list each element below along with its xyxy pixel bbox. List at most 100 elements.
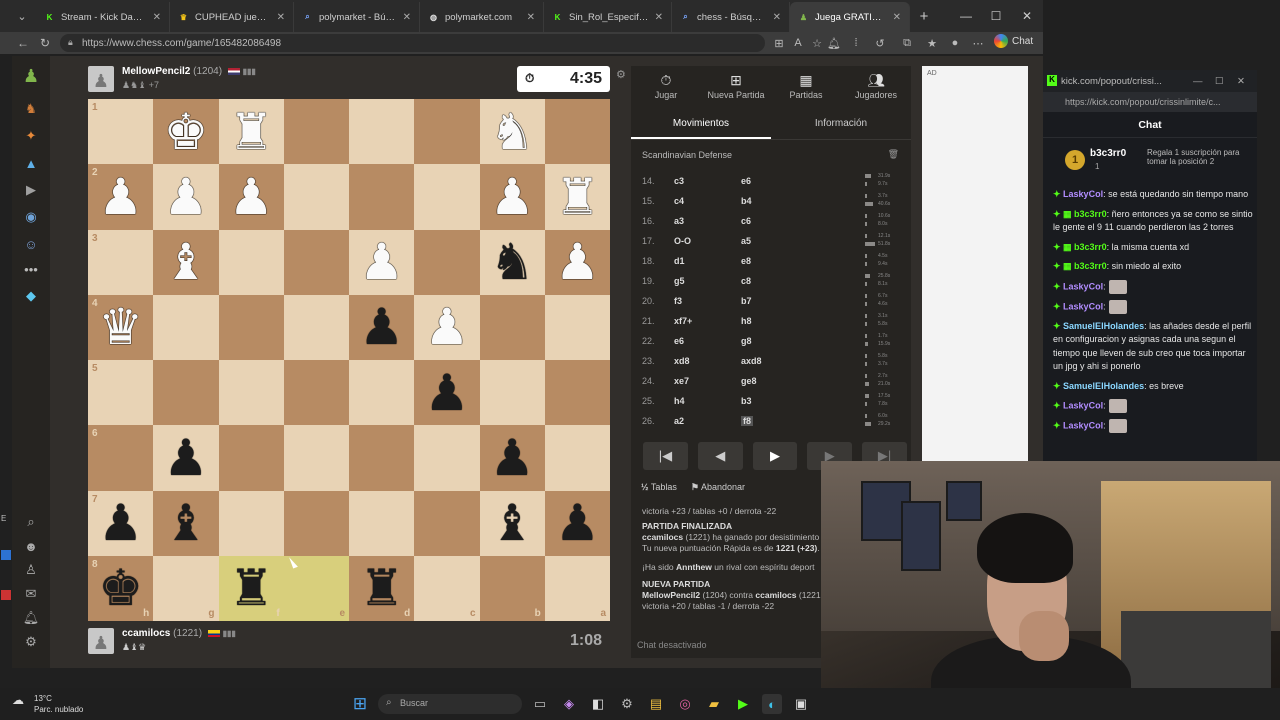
chat-username[interactable]: SamuelElHolandes <box>1063 381 1144 391</box>
white-queen-icon[interactable]: ♛ <box>98 302 143 352</box>
board-square[interactable]: ♟ <box>414 294 480 360</box>
board-square[interactable] <box>218 425 284 491</box>
chat-username[interactable]: b3c3rr0 <box>1074 242 1107 252</box>
board-square[interactable]: 2 ♟ <box>88 164 154 230</box>
white-pawn-icon[interactable]: ♟ <box>359 237 404 287</box>
black-move[interactable]: f8 <box>741 416 754 426</box>
move-row[interactable]: 25. h4 b3 17.5s 7.8s <box>631 390 911 410</box>
white-king-icon[interactable]: ♚ <box>163 107 208 157</box>
board-square[interactable] <box>414 229 480 295</box>
kick-maximize-button[interactable]: ☐ <box>1215 76 1224 87</box>
board-square[interactable] <box>349 490 415 556</box>
taskbar-search[interactable]: ⌕ Buscar <box>378 694 522 714</box>
board-square[interactable]: ♜ <box>544 164 610 230</box>
move-row[interactable]: 23. xd8 axd8 5.8s 3.7s <box>631 350 911 370</box>
close-window-button[interactable]: ✕ <box>1012 0 1042 32</box>
white-move[interactable]: h4 <box>674 396 685 406</box>
top-player-name[interactable]: MellowPencil2 <box>122 66 190 77</box>
chess-board[interactable]: 1 ♚ ♜ ♞ 2 ♟ ♟ ♟ ♟ ♜ 3 ♝ ♟ ♞ ♟ 4 ♛ ♟ ♟ 5 ♟ 6 ♟ ♟ 7 ♟ ♝ ♝ ♟ 8 h ♚ g f ♜ e d ♜ c b… <box>88 99 610 621</box>
board-square[interactable] <box>218 360 284 426</box>
profile-icon[interactable]: ☻ <box>23 538 39 554</box>
close-tab-icon[interactable]: ✕ <box>403 12 411 23</box>
profile-avatar[interactable]: ● <box>947 35 963 51</box>
board-square[interactable] <box>349 360 415 426</box>
move-row[interactable]: 24. xe7 ge8 2.7s 21.0s <box>631 370 911 390</box>
store-icon[interactable]: ▣ <box>791 694 811 714</box>
board-square[interactable]: ♟ <box>349 229 415 295</box>
edge-icon[interactable]: ◐ <box>762 694 782 714</box>
pinned-user[interactable]: b3c3rr0 <box>1090 148 1126 159</box>
board-square[interactable] <box>479 360 545 426</box>
board-square[interactable]: ♟ <box>349 294 415 360</box>
settings-icon[interactable]: ⚙ <box>23 634 39 650</box>
social-icon[interactable]: ☺ <box>23 236 39 252</box>
white-move[interactable]: d1 <box>674 256 685 266</box>
board-square[interactable]: ♟ <box>544 490 610 556</box>
board-square[interactable]: ♟ <box>218 164 284 230</box>
white-move[interactable]: c3 <box>674 176 684 186</box>
play-icon[interactable]: ♞ <box>23 101 39 117</box>
board-square[interactable]: ♟ <box>414 360 480 426</box>
extensions-icon[interactable]: ⁞ <box>848 35 864 51</box>
opening-name[interactable]: Scandinavian Defense <box>642 150 732 160</box>
weather-widget[interactable]: ☁ 13°C Parc. nublado <box>12 693 83 715</box>
maximize-button[interactable]: ☐ <box>981 0 1011 32</box>
board-square[interactable] <box>218 490 284 556</box>
black-bishop-icon[interactable]: ♝ <box>163 498 208 548</box>
board-square[interactable]: ♟ <box>479 425 545 491</box>
white-move[interactable]: c4 <box>674 196 684 206</box>
notification-icon[interactable]: 🔔︎ <box>826 35 842 51</box>
move-row[interactable]: 19. g5 c8 25.8s 8.1s <box>631 270 911 290</box>
log-winner[interactable]: ccamilocs <box>642 532 683 542</box>
board-square[interactable]: ♟ <box>544 229 610 295</box>
close-tab-icon[interactable]: ✕ <box>893 12 901 23</box>
board-square[interactable] <box>218 294 284 360</box>
search-icon[interactable]: ⌕ <box>23 514 39 530</box>
draw-action[interactable]: ½ Tablas <box>641 482 677 493</box>
chat-username[interactable]: LaskyCol <box>1063 301 1103 311</box>
white-rook-icon[interactable]: ♜ <box>229 107 274 157</box>
white-pawn-icon[interactable]: ♟ <box>424 302 469 352</box>
favorite-icon[interactable]: ☆ <box>809 35 825 51</box>
white-bishop-icon[interactable]: ♝ <box>163 237 208 287</box>
black-move[interactable]: c6 <box>741 216 751 226</box>
play-button[interactable]: ▶ <box>752 442 798 470</box>
board-square[interactable]: ♞ <box>479 229 545 295</box>
app-icon[interactable]: ⊞ <box>771 35 787 51</box>
close-tab-icon[interactable]: ✕ <box>773 12 781 23</box>
collections-icon[interactable]: ★ <box>924 35 940 51</box>
board-square[interactable] <box>349 99 415 165</box>
black-move[interactable]: b3 <box>741 396 752 406</box>
chess-logo-icon[interactable]: ♟ <box>23 66 39 86</box>
close-tab-icon[interactable]: ✕ <box>655 12 663 23</box>
browser-tab[interactable]: ◍ polymarket.com ✕ <box>420 2 544 32</box>
trash-icon[interactable]: 🗑︎ <box>888 149 899 160</box>
white-pawn-icon[interactable]: ♟ <box>555 237 600 287</box>
kick-minimize-button[interactable]: — <box>1193 76 1203 87</box>
folder-icon[interactable]: ▰ <box>704 694 724 714</box>
black-pawn-icon[interactable]: ♟ <box>424 368 469 418</box>
copilot-taskbar-icon[interactable]: ◈ <box>559 694 579 714</box>
black-pawn-icon[interactable]: ♟ <box>98 498 143 548</box>
log-player[interactable]: MellowPencil2 <box>642 590 700 600</box>
board-square[interactable]: 7 ♟ <box>88 490 154 556</box>
board-square[interactable]: ♝ <box>479 490 545 556</box>
board-square[interactable] <box>414 425 480 491</box>
white-pawn-icon[interactable]: ♟ <box>98 172 143 222</box>
board-square[interactable]: ♝ <box>153 490 219 556</box>
black-move[interactable]: a5 <box>741 236 751 246</box>
tab-list-button[interactable]: ⌄ <box>8 4 36 28</box>
tab-info[interactable]: Información <box>771 112 911 139</box>
white-move[interactable]: O-O <box>674 236 691 246</box>
white-pawn-icon[interactable]: ♟ <box>163 172 208 222</box>
black-move[interactable]: e6 <box>741 176 751 186</box>
board-square[interactable]: d ♜ <box>349 555 415 621</box>
kick-close-button[interactable]: ✕ <box>1237 76 1245 87</box>
board-square[interactable]: ♟ <box>153 164 219 230</box>
close-tab-icon[interactable]: ✕ <box>277 12 285 23</box>
board-square[interactable] <box>283 99 349 165</box>
close-tab-icon[interactable]: ✕ <box>153 12 161 23</box>
split-icon[interactable]: ⧉ <box>899 35 915 51</box>
board-square[interactable] <box>349 164 415 230</box>
board-square[interactable]: f ♜ <box>218 555 284 621</box>
